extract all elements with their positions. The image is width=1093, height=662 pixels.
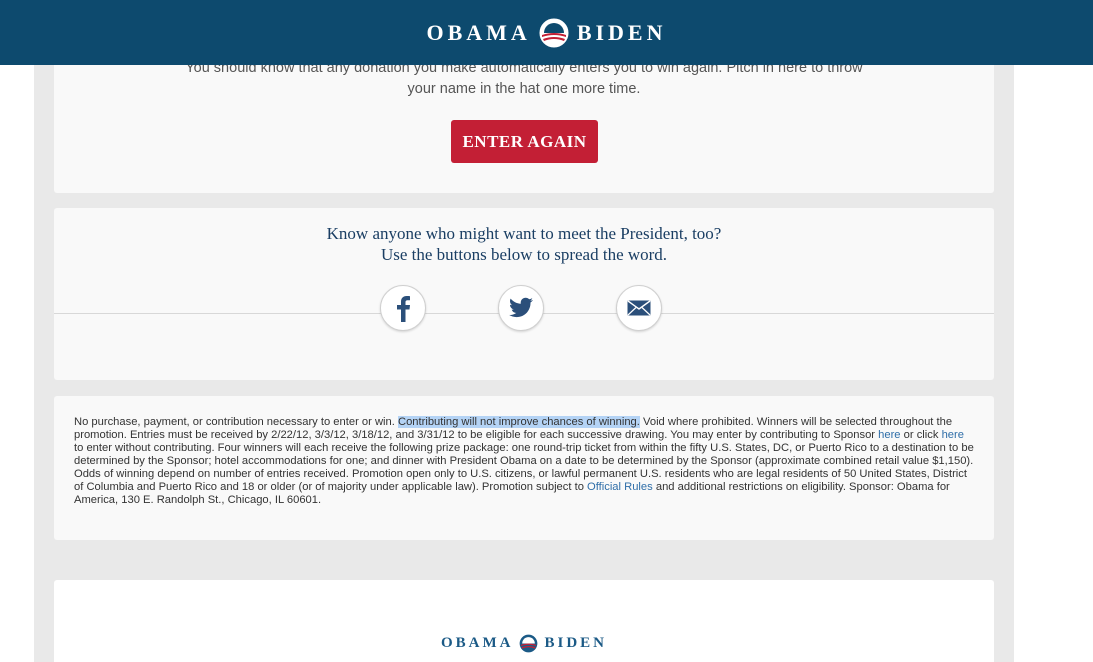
obama-logo-icon: [520, 634, 538, 653]
enter-free-here-link[interactable]: here: [942, 429, 964, 441]
footer-brand[interactable]: OBAMA BIDEN: [54, 634, 994, 653]
legal-disclaimer: No purchase, payment, or contribution ne…: [74, 416, 974, 507]
footer-brand-right: BIDEN: [544, 635, 607, 651]
legal-text-1: No purchase, payment, or contribution ne…: [74, 416, 398, 428]
facebook-icon: [397, 296, 410, 322]
footer-brand-left: OBAMA: [440, 635, 514, 651]
email-share-button[interactable]: [616, 285, 662, 331]
official-rules-link[interactable]: Official Rules: [587, 481, 653, 493]
share-text-line2: Use the buttons below to spread the word…: [380, 245, 668, 264]
twitter-icon: [509, 297, 533, 318]
legal-panel: No purchase, payment, or contribution ne…: [54, 396, 994, 540]
site-header: OBAMA BIDEN: [0, 0, 1093, 65]
facebook-share-button[interactable]: [380, 285, 426, 331]
brand-left: OBAMA: [426, 19, 531, 45]
legal-highlighted-text: Contributing will not improve chances of…: [397, 416, 640, 428]
twitter-share-button[interactable]: [498, 285, 544, 331]
obama-logo-icon: [539, 18, 569, 47]
share-text-line1: Know anyone who might want to meet the P…: [326, 224, 722, 243]
email-icon: [627, 300, 651, 316]
enter-text-line2: your name in the hat one more time.: [407, 81, 641, 97]
contribute-here-link[interactable]: here: [878, 429, 900, 441]
brand-right: BIDEN: [576, 19, 667, 45]
legal-text-3: or click: [900, 429, 942, 441]
share-panel: Know anyone who might want to meet the P…: [54, 208, 994, 380]
header-brand[interactable]: OBAMA BIDEN: [426, 18, 666, 48]
enter-again-button[interactable]: ENTER AGAIN: [451, 120, 598, 163]
footer-panel: OBAMA BIDEN: [54, 580, 994, 662]
